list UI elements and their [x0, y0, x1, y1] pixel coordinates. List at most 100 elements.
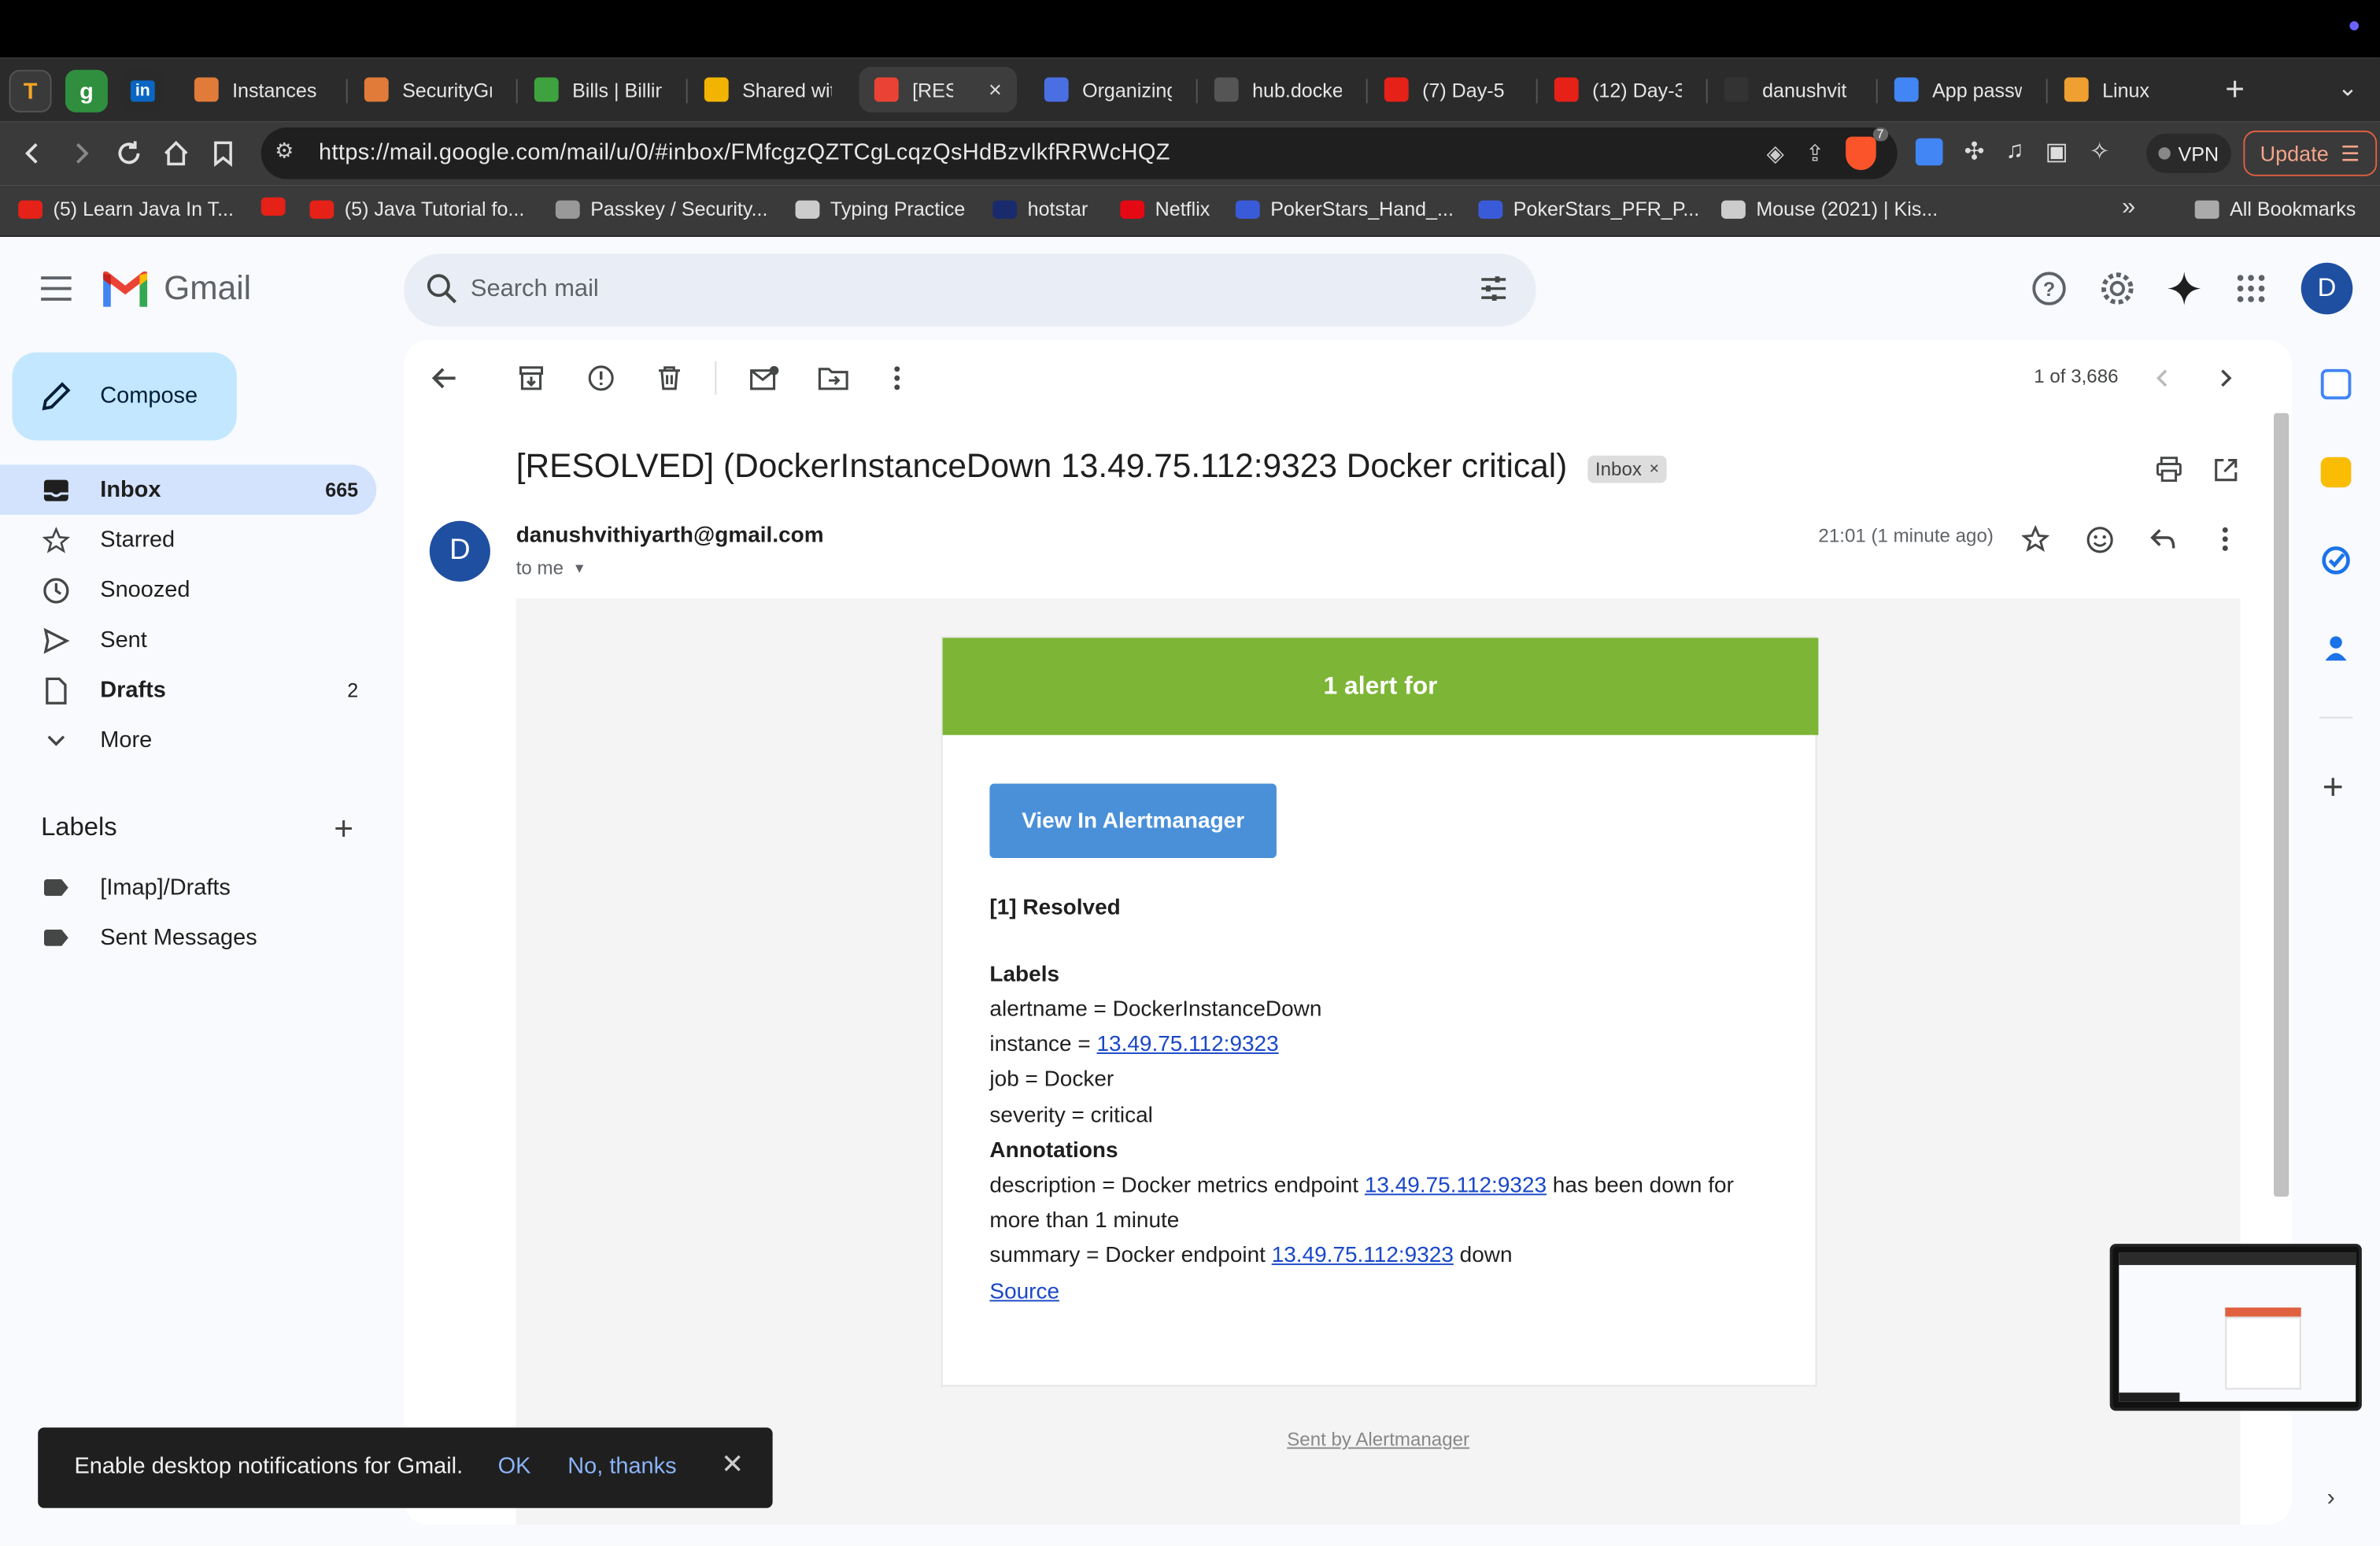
recipient-details[interactable]: to me ▼ [516, 557, 586, 579]
tab-list-chevron-icon[interactable]: ⌄ [2338, 73, 2358, 104]
sidebar-item-starred[interactable]: Starred [0, 515, 376, 565]
sender-avatar[interactable]: D [429, 520, 490, 582]
back-icon[interactable] [15, 135, 51, 172]
delete-trash-icon[interactable] [652, 361, 686, 394]
calendar-icon[interactable] [2320, 368, 2352, 400]
print-icon[interactable] [2153, 453, 2186, 486]
forward-icon[interactable] [62, 135, 98, 172]
bookmark-item[interactable]: hotstar [992, 198, 1088, 220]
search-options-icon[interactable] [1478, 273, 1509, 311]
sidebar-label-sent-messages[interactable]: Sent Messages [0, 912, 376, 963]
home-icon[interactable] [158, 135, 194, 172]
browser-tab[interactable]: Bills | Billin [519, 67, 678, 113]
sent-by-link[interactable]: Sent by Alertmanager [1287, 1429, 1469, 1450]
mark-unread-icon[interactable] [748, 361, 782, 394]
gmail-logo[interactable]: Gmail [100, 268, 251, 308]
get-addons-plus-icon[interactable]: + [2323, 767, 2344, 809]
bookmark-item[interactable]: Typing Practice [795, 198, 965, 220]
bookmark-item[interactable]: (5) Java Tutorial fo... [309, 198, 524, 220]
archive-icon[interactable] [515, 361, 548, 394]
site-settings-icon[interactable]: ⚙ [275, 139, 294, 165]
sidebar-item-drafts[interactable]: Drafts 2 [0, 665, 376, 716]
bookmark-item[interactable]: PokerStars_Hand_... [1235, 198, 1454, 220]
hide-eye-icon[interactable]: ◈ [1767, 139, 1784, 167]
star-icon[interactable] [2019, 523, 2052, 556]
pinned-tab-linkedin[interactable]: in [121, 69, 164, 113]
search-input[interactable] [470, 268, 1381, 312]
gemini-sparkle-icon[interactable] [2166, 270, 2202, 306]
more-bookmarks-icon[interactable]: » [2122, 194, 2135, 222]
bookmark-item[interactable]: (5) Learn Java In T... [18, 198, 234, 220]
bookmark-icon[interactable] [205, 135, 241, 172]
browser-tab[interactable]: App passw [1879, 67, 2038, 113]
contacts-icon[interactable] [2321, 634, 2352, 664]
instance-link[interactable]: 13.49.75.112:9323 [1096, 1033, 1278, 1057]
remove-label-icon[interactable]: × [1650, 460, 1659, 479]
browser-tab[interactable]: (7) Day-5 [1369, 67, 1528, 113]
bookmark-item[interactable]: Mouse (2021) | Kis... [1720, 198, 1938, 220]
bookmark-item[interactable]: PokerStars_PFR_P... [1478, 198, 1699, 220]
reload-icon[interactable] [111, 135, 147, 172]
sidebar-item-more[interactable]: More [0, 716, 376, 766]
move-to-folder-icon[interactable] [817, 361, 850, 394]
more-vert-icon[interactable] [881, 361, 914, 394]
add-label-icon[interactable]: + [334, 809, 353, 849]
browser-tab[interactable]: (12) Day-3 [1539, 67, 1698, 113]
sidebar-label-imap-drafts[interactable]: [Imap]/Drafts [0, 863, 376, 913]
older-chevron-right-icon[interactable] [2208, 361, 2241, 394]
scrollbar-thumb[interactable] [2273, 412, 2289, 1197]
browser-tab[interactable]: danushvit [1709, 67, 1868, 113]
browser-tab[interactable]: [RESO × [859, 66, 1018, 113]
browser-tab[interactable]: SecurityGr [349, 67, 508, 113]
vpn-button[interactable]: VPN [2145, 133, 2231, 173]
browser-tab[interactable]: Shared wit [689, 67, 848, 113]
compose-button[interactable]: Compose [12, 352, 237, 441]
leo-ai-icon[interactable]: ✧ [2090, 137, 2110, 168]
sidebar-icon[interactable]: ▣ [2046, 137, 2068, 168]
main-menu-icon[interactable] [41, 276, 72, 301]
keep-icon[interactable] [2320, 457, 2352, 488]
bookmark-item[interactable]: Passkey / Security... [555, 198, 767, 220]
bookmark-item[interactable] [261, 197, 286, 216]
view-in-alertmanager-button[interactable]: View In Alertmanager [989, 783, 1277, 859]
more-options-icon[interactable] [2208, 523, 2241, 556]
sender-email[interactable]: danushvithiyarth@gmail.com [516, 524, 824, 549]
apps-grid-icon[interactable] [2233, 270, 2269, 306]
pinned-tab-t[interactable]: T [9, 69, 52, 113]
toast-no-thanks-button[interactable]: No, thanks [567, 1453, 676, 1479]
help-icon[interactable]: ? [2031, 270, 2067, 306]
all-bookmarks-button[interactable]: All Bookmarks [2194, 198, 2356, 220]
browser-tab[interactable]: Linux [2049, 67, 2208, 113]
newer-chevron-left-icon[interactable] [2146, 361, 2179, 394]
tasks-icon[interactable] [2321, 546, 2352, 576]
inbox-label-chip[interactable]: Inbox × [1587, 455, 1667, 483]
bookmark-item[interactable]: Netflix [1120, 198, 1210, 220]
reply-icon[interactable] [2146, 523, 2179, 556]
music-icon[interactable]: ♫ [2005, 139, 2023, 166]
new-tab-button[interactable]: + [2225, 70, 2245, 109]
description-link[interactable]: 13.49.75.112:9323 [1365, 1174, 1547, 1198]
source-link[interactable]: Source [989, 1280, 1059, 1304]
summary-link[interactable]: 13.49.75.112:9323 [1272, 1244, 1454, 1268]
browser-tab[interactable]: Instances [179, 67, 338, 113]
puzzle-icon[interactable]: ✣ [1964, 137, 1985, 168]
close-icon[interactable]: ✕ [721, 1449, 744, 1481]
show-side-panel-chevron-icon[interactable]: › [2326, 1485, 2334, 1513]
address-bar[interactable]: ⚙ https://mail.google.com/mail/u/0/#inbo… [261, 128, 1898, 179]
screen-preview-thumbnail[interactable] [2109, 1244, 2362, 1411]
update-button[interactable]: Update ☰ [2243, 130, 2377, 176]
emoji-react-icon[interactable] [2082, 523, 2116, 556]
translate-icon[interactable] [1915, 138, 1943, 166]
pinned-tab-app[interactable]: g [65, 69, 108, 113]
sidebar-item-sent[interactable]: Sent [0, 615, 376, 665]
browser-tab[interactable]: Organizing [1029, 67, 1188, 113]
toast-ok-button[interactable]: OK [498, 1453, 531, 1479]
close-tab-icon[interactable]: × [989, 76, 1002, 102]
settings-gear-icon[interactable] [2099, 270, 2135, 306]
account-avatar[interactable]: D [2301, 262, 2353, 315]
search-icon[interactable] [425, 272, 458, 313]
back-arrow-icon[interactable] [428, 361, 461, 394]
open-new-window-icon[interactable] [2208, 453, 2241, 486]
sidebar-item-snoozed[interactable]: Snoozed [0, 565, 376, 616]
browser-tab[interactable]: hub.docke [1199, 67, 1358, 113]
